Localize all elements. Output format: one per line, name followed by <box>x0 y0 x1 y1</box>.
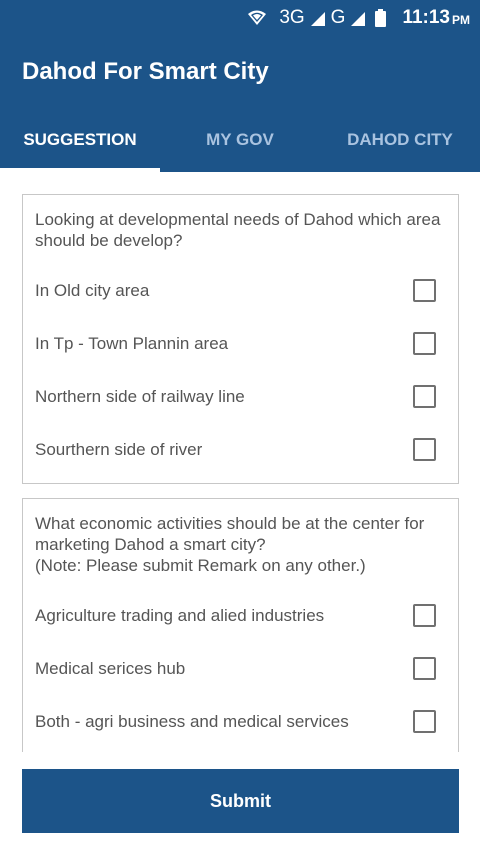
option-label: Agriculture trading and alied industries <box>35 605 325 625</box>
checkbox[interactable] <box>413 279 436 302</box>
question-card-1: Looking at developmental needs of Dahod … <box>22 194 459 484</box>
clock: 11:13 PM <box>402 7 470 29</box>
option-label: In Tp - Town Plannin area <box>35 333 229 353</box>
option-list: Agriculture trading and alied industries… <box>35 589 446 748</box>
option-label: Northern side of railway line <box>35 386 245 406</box>
app-title: Dahod For Smart City <box>22 58 269 85</box>
option-old-city-area[interactable]: In Old city area <box>35 264 446 317</box>
option-northern-railway[interactable]: Northern side of railway line <box>35 370 446 423</box>
option-label: In Old city area <box>35 280 150 300</box>
option-list: In Old city area In Tp - Town Plannin ar… <box>35 264 446 476</box>
option-southern-river[interactable]: Sourthern side of river <box>35 423 446 476</box>
submit-area: Submit <box>0 752 480 854</box>
tab-suggestion[interactable]: SUGGESTION <box>0 108 160 172</box>
option-label: Medical serices hub <box>35 658 186 678</box>
status-bar: 3G G 11:13 PM <box>0 0 480 36</box>
network-type-label: 3G <box>279 7 305 28</box>
app-bar: Dahod For Smart City SUGGESTION MY GOV D… <box>0 36 480 172</box>
option-label: Both - agri business and medical service… <box>35 711 349 731</box>
network-type-label-2: G <box>330 7 346 28</box>
suggestion-form[interactable]: Looking at developmental needs of Dahod … <box>0 172 480 752</box>
question-card-2: What economic activities should be at th… <box>22 498 459 752</box>
checkbox[interactable] <box>413 657 436 680</box>
checkbox[interactable] <box>413 385 436 408</box>
signal-icon-2 <box>351 10 366 26</box>
option-label: Sourthern side of river <box>35 439 203 459</box>
clock-time: 11:13 <box>402 7 450 28</box>
wifi-icon <box>247 10 267 26</box>
submit-button[interactable]: Submit <box>22 769 459 833</box>
checkbox[interactable] <box>413 604 436 627</box>
option-town-planning-area[interactable]: In Tp - Town Plannin area <box>35 317 446 370</box>
question-text: What economic activities should be at th… <box>35 514 425 575</box>
checkbox[interactable] <box>413 710 436 733</box>
tab-bar: SUGGESTION MY GOV DAHOD CITY <box>0 108 480 172</box>
checkbox[interactable] <box>413 438 436 461</box>
option-agri-and-medical[interactable]: Both - agri business and medical service… <box>35 695 446 748</box>
battery-icon <box>375 9 387 27</box>
tab-dahod-city[interactable]: DAHOD CITY <box>320 108 480 172</box>
option-medical-hub[interactable]: Medical serices hub <box>35 642 446 695</box>
signal-icon <box>310 10 325 26</box>
tab-my-gov[interactable]: MY GOV <box>160 108 320 172</box>
clock-ampm: PM <box>452 13 470 27</box>
checkbox[interactable] <box>413 332 436 355</box>
option-agriculture-trading[interactable]: Agriculture trading and alied industries <box>35 589 446 642</box>
question-text: Looking at developmental needs of Dahod … <box>35 210 441 250</box>
